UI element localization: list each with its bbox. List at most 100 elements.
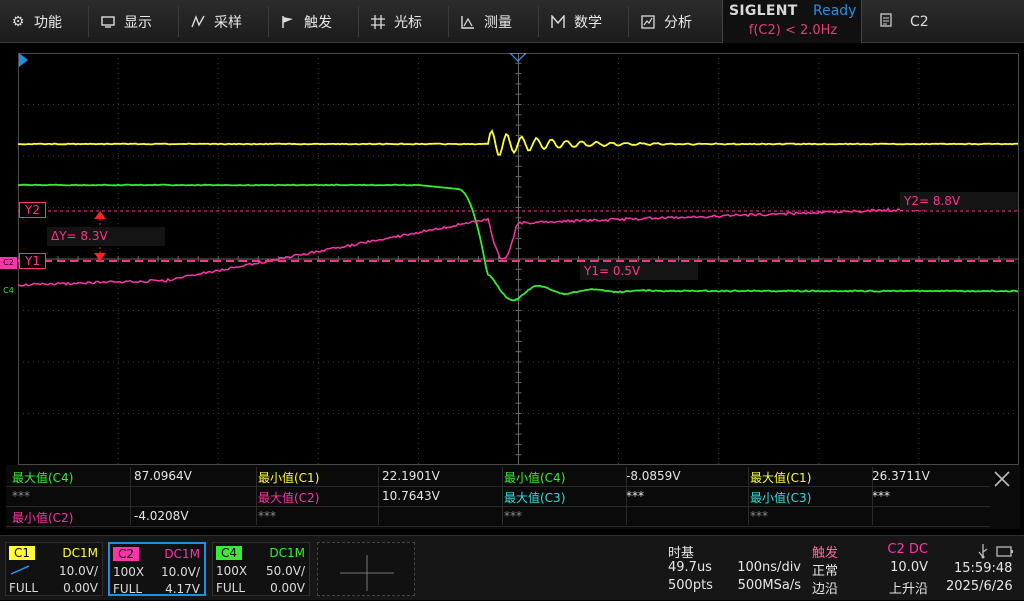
measurement-value: 22.1901V [382,469,440,483]
channel-selector[interactable]: C2 [880,0,929,43]
measurement-value: *** [872,489,890,503]
measurement-value: -4.0208V [134,509,189,523]
sampling-icon [190,14,206,30]
menu-math[interactable]: 数学 [550,0,602,43]
channel-coupling: DC1M [164,547,200,561]
measurement-label[interactable]: 最小值(C4) [504,469,565,486]
close-icon[interactable] [992,469,1012,489]
channel-offset: 0.00V [63,581,98,595]
measurement-label[interactable]: 最小值(C2) [12,509,73,526]
menu-analysis[interactable]: 分析 [640,0,692,43]
trigger-frequency-readout: f(C2) < 2.0Hz [723,23,863,38]
channel-offset: 0.00V [270,581,305,595]
measurement-col-divider [748,467,749,525]
menu-measure-label: 测量 [484,12,512,32]
timebase-delay: 49.7us [668,560,712,575]
measurement-label[interactable]: 最小值(C3) [750,489,811,506]
menu-cursors-label: 光标 [394,12,422,32]
trigger-slope: 上升沿 [889,578,928,597]
measure-icon [460,14,476,30]
measurement-panel: 最大值(C4) 87.0964V 最小值(C1) 22.1901V 最小值(C4) -8.… [6,465,1020,529]
trigger-title: 触发 [812,542,838,561]
timebase-scale: 100ns/div [737,560,801,575]
graticule [18,53,1019,465]
measurement-value: 87.0964V [134,469,192,483]
c2-offset-marker[interactable]: C2 [0,257,17,269]
channel-bandwidth: FULL [216,581,245,595]
menu-trigger[interactable]: 触发 [280,0,332,43]
measurement-label[interactable]: *** [258,509,276,523]
acquisition-status: Ready [813,3,856,19]
bottom-status-bar: C1 DC1M 10.0V/ FULL 0.00V C2 DC1M 100X 1… [0,535,1024,600]
measurement-row: 最大值(C4) 87.0964V 最小值(C1) 22.1901V 最小值(C4) -8.… [6,467,990,488]
measurement-label[interactable]: *** [504,509,522,523]
gear-icon: ⚙ [10,14,26,30]
channel-c2-box[interactable]: C2 DC1M 100X 10.0V/ FULL 4.17V [108,542,206,596]
channel-waveform-icon [9,564,31,579]
c4-offset-marker[interactable]: C4 [0,286,17,296]
channel-c1-box[interactable]: C1 DC1M 10.0V/ FULL 0.00V [5,542,103,596]
measurement-value: *** [626,489,644,503]
measurement-label[interactable]: *** [12,489,30,503]
menu-cursors[interactable]: 光标 [370,0,422,43]
clock-time: 15:59:48 [954,561,1012,576]
measurement-row-divider [6,526,990,527]
memory-depth: 500pts [668,578,713,593]
measurement-col-divider [130,467,131,525]
measurement-label[interactable]: 最大值(C1) [750,469,811,486]
measurement-label[interactable]: 最大值(C3) [504,489,565,506]
menu-math-label: 数学 [574,12,602,32]
measurement-value: 10.7643V [382,489,440,503]
math-icon [550,14,566,30]
timebase-panel[interactable]: 时基 49.7us 100ns/div 500pts 500MSa/s [663,541,803,597]
measurement-col-divider [626,467,627,525]
trigger-level: 10.0V [890,560,928,575]
timebase-title: 时基 [668,542,694,561]
menu-display[interactable]: 显示 [100,0,152,43]
add-channel-slot[interactable] [317,542,415,596]
channel-tag: C2 [113,547,139,561]
channel-probe: 100X [216,564,247,578]
analysis-icon [640,14,656,30]
y2-readout: Y2= 8.8V [900,192,1018,210]
sample-rate: 500MSa/s [738,578,801,593]
menu-display-label: 显示 [124,12,152,32]
channel-offset: 4.17V [165,582,200,596]
power-icon [996,544,1014,562]
measurement-label[interactable]: 最大值(C2) [258,489,319,506]
measurement-value: -8.0859V [626,469,681,483]
document-icon [880,13,892,31]
menu-measure[interactable]: 测量 [460,0,512,43]
cursor-grid-icon [370,14,386,30]
menu-function-label: 功能 [34,12,62,32]
waveform-display[interactable] [18,53,1019,465]
channel-scale: 10.0V/ [59,564,98,578]
cursor-y1-tag[interactable]: Y1 [19,253,46,269]
measurement-row: 最小值(C2) -4.0208V *** *** *** [6,507,990,528]
menu-function[interactable]: ⚙ 功能 [10,0,62,43]
monitor-icon [100,14,116,30]
trigger-level-marker[interactable] [19,53,28,67]
channel-c4-box[interactable]: C4 DC1M 100X 50.0V/ FULL 0.00V [212,542,310,596]
top-menu-bar: ⚙ 功能 显示 采样 触发 光标 测量 数学 分析 SIGLENT Ready … [0,0,1024,43]
cursor-y2-tag[interactable]: Y2 [19,202,46,218]
channel-tag: C1 [9,546,35,560]
menu-analysis-label: 分析 [664,12,692,32]
trigger-source: C2 DC [887,542,928,557]
menu-trigger-label: 触发 [304,12,332,32]
trigger-mode: 正常 [812,560,838,579]
measurement-label[interactable]: *** [750,509,768,523]
channel-scale: 10.0V/ [161,565,200,579]
clock-date: 2025/6/26 [946,579,1013,594]
menu-acquire[interactable]: 采样 [190,0,242,43]
channel-coupling: DC1M [269,546,305,560]
active-channel-label: C2 [910,14,929,30]
measurement-label[interactable]: 最小值(C1) [258,469,319,486]
y1-readout: Y1= 0.5V [580,262,698,280]
channel-bandwidth: FULL [113,582,142,596]
trigger-panel[interactable]: 触发 C2 DC 正常 10.0V 边沿 上升沿 [808,541,930,597]
measurement-col-divider [502,467,503,525]
measurement-label[interactable]: 最大值(C4) [12,469,73,486]
flag-icon [280,14,296,30]
measurement-col-divider [256,467,257,525]
